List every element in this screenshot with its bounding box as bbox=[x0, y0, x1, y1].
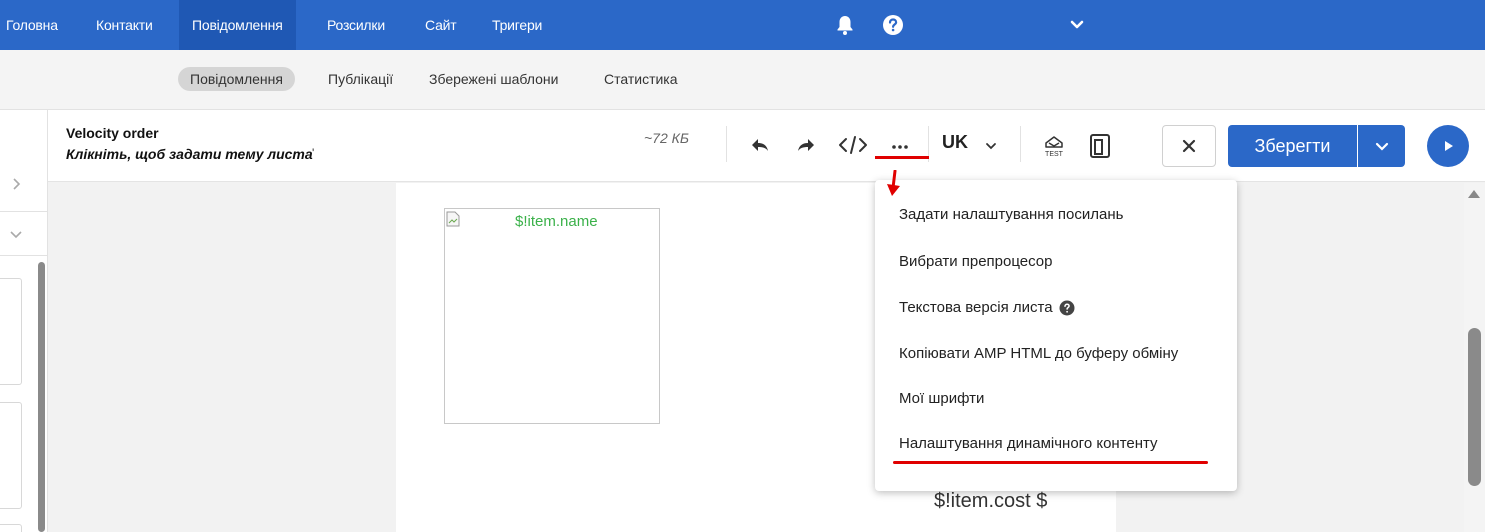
subtab-statistics[interactable]: Статистика bbox=[592, 67, 690, 91]
nav-item-contacts[interactable]: Контакти bbox=[96, 0, 153, 50]
menu-item-label: Текстова версія листа bbox=[899, 299, 1053, 316]
code-button[interactable] bbox=[838, 130, 868, 160]
menu-item-preprocessor[interactable]: Вибрати препроцесор bbox=[899, 251, 1052, 273]
language-select[interactable]: UK bbox=[942, 132, 968, 153]
left-panel bbox=[0, 110, 48, 532]
highlight-underline bbox=[893, 461, 1208, 464]
nav-item-mailings[interactable]: Розсилки bbox=[327, 0, 385, 50]
menu-item-dynamic-content-settings[interactable]: Налаштування динамічного контенту bbox=[899, 433, 1158, 455]
help-icon[interactable] bbox=[880, 12, 906, 38]
subject-input[interactable]: Клікніть, щоб задати тему листа bbox=[66, 146, 313, 162]
svg-text:TEST: TEST bbox=[1045, 151, 1064, 158]
nav-item-messages[interactable]: Повідомлення bbox=[179, 0, 296, 50]
chevron-right-icon[interactable] bbox=[8, 176, 24, 192]
more-options-menu: Задати налаштування посилань Вибрати пре… bbox=[875, 180, 1237, 491]
chevron-down-icon[interactable] bbox=[984, 139, 998, 153]
divider bbox=[726, 126, 727, 162]
menu-item-text-version[interactable]: Текстова версія листа bbox=[899, 297, 1075, 319]
code-icon bbox=[839, 136, 867, 154]
save-button[interactable]: Зберегти bbox=[1228, 125, 1357, 167]
image-alt-text: $!item.name bbox=[515, 213, 598, 230]
mobile-preview-button[interactable] bbox=[1084, 130, 1116, 160]
chevron-down-icon[interactable] bbox=[1064, 12, 1090, 38]
message-title: Velocity order bbox=[66, 125, 159, 141]
block-card[interactable] bbox=[0, 278, 22, 385]
close-icon bbox=[1182, 139, 1196, 153]
test-icon: TEST bbox=[1045, 136, 1064, 158]
chevron-down-icon bbox=[1375, 142, 1388, 151]
subtab-publications[interactable]: Публікації bbox=[316, 67, 405, 91]
divider bbox=[0, 255, 47, 256]
block-card[interactable] bbox=[0, 402, 22, 509]
test-send-button[interactable]: TEST bbox=[1038, 130, 1070, 160]
menu-item-link-settings[interactable]: Задати налаштування посилань bbox=[899, 204, 1123, 226]
editor-toolbar: Velocity order Клікніть, щоб задати тему… bbox=[48, 110, 1485, 182]
mobile-preview-icon bbox=[1090, 134, 1110, 158]
block-card[interactable] bbox=[0, 524, 22, 532]
top-navigation: Головна Контакти Повідомлення Розсилки С… bbox=[0, 0, 1485, 50]
item-cost: $!item.cost $ bbox=[934, 490, 1048, 512]
bell-icon[interactable] bbox=[832, 12, 858, 38]
sub-navigation: Повідомлення Публікації Збережені шаблон… bbox=[0, 50, 1485, 110]
item-image[interactable]: $!item.name bbox=[444, 208, 660, 424]
subtab-messages[interactable]: Повідомлення bbox=[178, 67, 295, 91]
left-scrollbar[interactable] bbox=[38, 262, 45, 532]
nav-item-home[interactable]: Головна bbox=[6, 0, 58, 50]
text-cursor: ' bbox=[312, 146, 315, 160]
menu-item-my-fonts[interactable]: Мої шрифти bbox=[899, 388, 984, 410]
undo-button[interactable] bbox=[745, 130, 775, 160]
more-icon bbox=[892, 145, 908, 149]
save-options-button[interactable] bbox=[1358, 125, 1405, 167]
close-editor-button[interactable] bbox=[1162, 125, 1216, 167]
divider bbox=[0, 211, 47, 212]
preview-play-button[interactable] bbox=[1427, 125, 1469, 167]
highlight-underline bbox=[875, 156, 929, 159]
right-scrollbar-thumb[interactable] bbox=[1468, 328, 1481, 486]
scroll-up-arrow-icon[interactable] bbox=[1468, 190, 1480, 198]
menu-item-copy-amp-html[interactable]: Копіювати AMP HTML до буферу обміну bbox=[899, 343, 1178, 365]
subtab-saved-templates[interactable]: Збережені шаблони bbox=[417, 67, 570, 91]
redo-button[interactable] bbox=[791, 130, 821, 160]
redo-icon bbox=[798, 139, 814, 151]
chevron-down-icon[interactable] bbox=[8, 226, 24, 242]
play-icon bbox=[1445, 141, 1453, 151]
broken-image-icon bbox=[446, 211, 460, 227]
undo-icon bbox=[752, 139, 768, 151]
divider bbox=[1020, 126, 1021, 162]
help-icon[interactable] bbox=[1059, 300, 1075, 316]
message-size: ~72 КБ bbox=[644, 130, 690, 146]
nav-item-triggers[interactable]: Тригери bbox=[492, 0, 542, 50]
nav-item-site[interactable]: Сайт bbox=[425, 0, 457, 50]
red-arrow-annotation-icon bbox=[887, 170, 900, 196]
